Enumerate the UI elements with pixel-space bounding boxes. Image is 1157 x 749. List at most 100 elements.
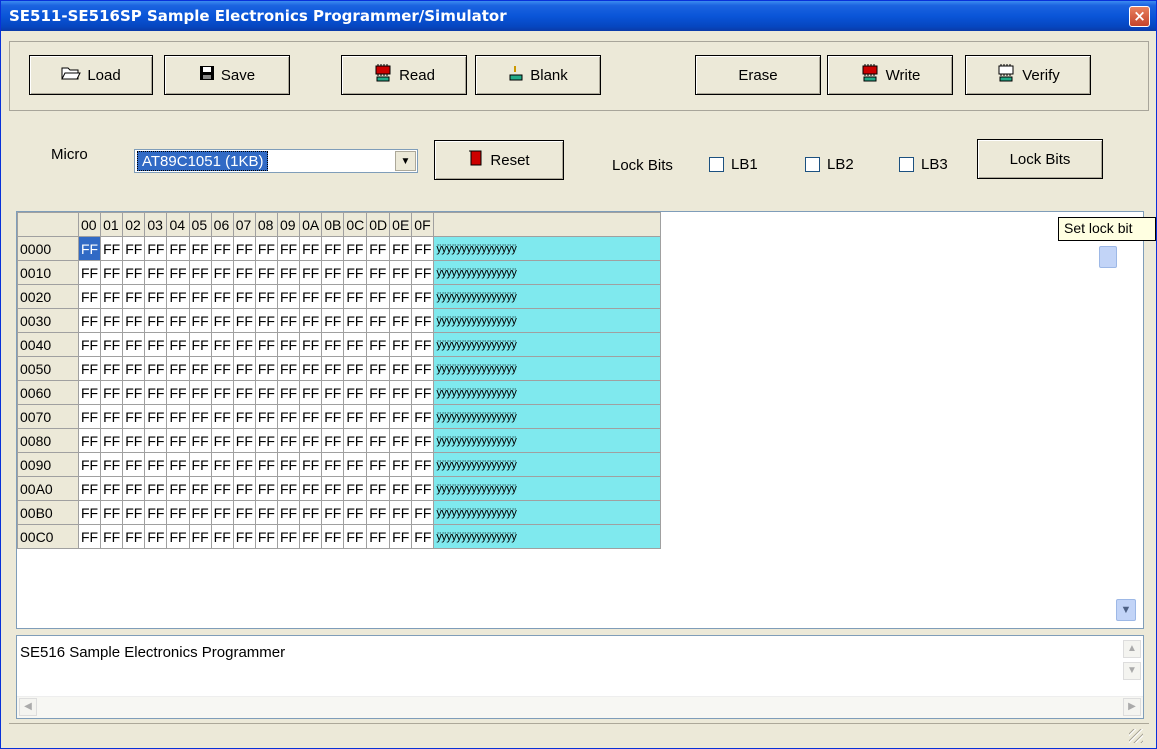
lb1-checkbox[interactable]: LB1 <box>709 156 758 173</box>
byte-cell[interactable]: FF <box>166 332 190 357</box>
ascii-cell[interactable]: ÿÿÿÿÿÿÿÿÿÿÿÿÿÿÿÿ <box>433 260 662 285</box>
byte-cell[interactable]: FF <box>122 284 146 309</box>
byte-cell[interactable]: FF <box>389 404 413 429</box>
byte-cell[interactable]: FF <box>122 380 146 405</box>
scroll-left-icon[interactable]: ◀ <box>19 698 37 716</box>
byte-cell[interactable]: FF <box>100 404 124 429</box>
byte-cell[interactable]: FF <box>321 236 345 261</box>
byte-cell[interactable]: FF <box>343 428 368 453</box>
byte-cell[interactable]: FF <box>144 476 168 501</box>
byte-cell[interactable]: FF <box>411 428 435 453</box>
byte-cell[interactable]: FF <box>299 284 323 309</box>
byte-cell[interactable]: FF <box>276 356 301 381</box>
byte-cell[interactable]: FF <box>343 476 368 501</box>
byte-cell[interactable]: FF <box>299 500 323 525</box>
byte-cell[interactable]: FF <box>210 260 234 285</box>
log-area[interactable]: SE516 Sample Electronics Programmer ▲ ▼ … <box>16 635 1144 719</box>
byte-cell[interactable]: FF <box>100 308 124 333</box>
byte-cell[interactable]: FF <box>77 428 102 453</box>
byte-cell[interactable]: FF <box>321 308 345 333</box>
byte-cell[interactable]: FF <box>254 524 278 549</box>
load-button[interactable]: Load <box>29 55 153 95</box>
byte-cell[interactable]: FF <box>343 284 368 309</box>
byte-cell[interactable]: FF <box>122 500 146 525</box>
byte-cell[interactable]: FF <box>122 308 146 333</box>
byte-cell[interactable]: FF <box>232 380 256 405</box>
byte-cell[interactable]: FF <box>100 380 124 405</box>
ascii-cell[interactable]: ÿÿÿÿÿÿÿÿÿÿÿÿÿÿÿÿ <box>433 380 662 405</box>
byte-cell[interactable]: FF <box>166 308 190 333</box>
byte-cell[interactable]: FF <box>366 428 391 453</box>
close-icon[interactable]: × <box>1129 6 1150 27</box>
erase-button[interactable]: Erase <box>695 55 821 95</box>
ascii-cell[interactable]: ÿÿÿÿÿÿÿÿÿÿÿÿÿÿÿÿ <box>433 476 662 501</box>
byte-cell[interactable]: FF <box>276 524 301 549</box>
byte-cell[interactable]: FF <box>343 404 368 429</box>
byte-cell[interactable]: FF <box>299 476 323 501</box>
byte-cell[interactable]: FF <box>122 356 146 381</box>
byte-cell[interactable]: FF <box>188 524 212 549</box>
ascii-cell[interactable]: ÿÿÿÿÿÿÿÿÿÿÿÿÿÿÿÿ <box>433 236 662 261</box>
byte-cell[interactable]: FF <box>389 308 413 333</box>
byte-cell[interactable]: FF <box>321 260 345 285</box>
byte-cell[interactable]: FF <box>299 524 323 549</box>
byte-cell[interactable]: FF <box>254 284 278 309</box>
byte-cell[interactable]: FF <box>232 356 256 381</box>
byte-cell[interactable]: FF <box>100 452 124 477</box>
byte-cell[interactable]: FF <box>276 332 301 357</box>
byte-cell[interactable]: FF <box>299 452 323 477</box>
byte-cell[interactable]: FF <box>166 476 190 501</box>
byte-cell[interactable]: FF <box>411 500 435 525</box>
byte-cell[interactable]: FF <box>77 476 102 501</box>
byte-cell[interactable]: FF <box>77 404 102 429</box>
byte-cell[interactable]: FF <box>144 404 168 429</box>
byte-cell[interactable]: FF <box>343 500 368 525</box>
scrollbar-thumb[interactable] <box>1099 246 1117 268</box>
byte-cell[interactable]: FF <box>321 476 345 501</box>
byte-cell[interactable]: FF <box>77 284 102 309</box>
byte-cell[interactable]: FF <box>210 380 234 405</box>
byte-cell[interactable]: FF <box>389 476 413 501</box>
byte-cell[interactable]: FF <box>188 500 212 525</box>
byte-cell[interactable]: FF <box>343 452 368 477</box>
byte-cell[interactable]: FF <box>232 284 256 309</box>
ascii-cell[interactable]: ÿÿÿÿÿÿÿÿÿÿÿÿÿÿÿÿ <box>433 332 662 357</box>
byte-cell[interactable]: FF <box>100 260 124 285</box>
byte-cell[interactable]: FF <box>299 380 323 405</box>
resize-grip-icon[interactable] <box>1129 729 1143 743</box>
byte-cell[interactable]: FF <box>254 356 278 381</box>
byte-cell[interactable]: FF <box>188 476 212 501</box>
byte-cell[interactable]: FF <box>100 500 124 525</box>
byte-cell[interactable]: FF <box>254 236 278 261</box>
byte-cell[interactable]: FF <box>276 404 301 429</box>
byte-cell[interactable]: FF <box>276 236 301 261</box>
ascii-cell[interactable]: ÿÿÿÿÿÿÿÿÿÿÿÿÿÿÿÿ <box>433 308 662 333</box>
byte-cell[interactable]: FF <box>100 428 124 453</box>
byte-cell[interactable]: FF <box>166 524 190 549</box>
byte-cell[interactable]: FF <box>411 380 435 405</box>
byte-cell[interactable]: FF <box>232 404 256 429</box>
byte-cell[interactable]: FF <box>276 452 301 477</box>
byte-cell[interactable]: FF <box>389 524 413 549</box>
byte-cell[interactable]: FF <box>366 260 391 285</box>
byte-cell[interactable]: FF <box>232 500 256 525</box>
byte-cell[interactable]: FF <box>100 236 124 261</box>
byte-cell[interactable]: FF <box>254 332 278 357</box>
ascii-cell[interactable]: ÿÿÿÿÿÿÿÿÿÿÿÿÿÿÿÿ <box>433 284 662 309</box>
scroll-right-icon[interactable]: ▶ <box>1123 698 1141 716</box>
byte-cell[interactable]: FF <box>254 308 278 333</box>
byte-cell[interactable]: FF <box>254 260 278 285</box>
byte-cell[interactable]: FF <box>321 284 345 309</box>
byte-cell[interactable]: FF <box>389 500 413 525</box>
byte-cell[interactable]: FF <box>166 404 190 429</box>
byte-cell[interactable]: FF <box>232 452 256 477</box>
ascii-cell[interactable]: ÿÿÿÿÿÿÿÿÿÿÿÿÿÿÿÿ <box>433 452 662 477</box>
byte-cell[interactable]: FF <box>122 332 146 357</box>
ascii-cell[interactable]: ÿÿÿÿÿÿÿÿÿÿÿÿÿÿÿÿ <box>433 356 662 381</box>
byte-cell[interactable]: FF <box>366 452 391 477</box>
byte-cell[interactable]: FF <box>343 308 368 333</box>
byte-cell[interactable]: FF <box>366 332 391 357</box>
byte-cell[interactable]: FF <box>411 284 435 309</box>
byte-cell[interactable]: FF <box>343 356 368 381</box>
byte-cell[interactable]: FF <box>321 380 345 405</box>
